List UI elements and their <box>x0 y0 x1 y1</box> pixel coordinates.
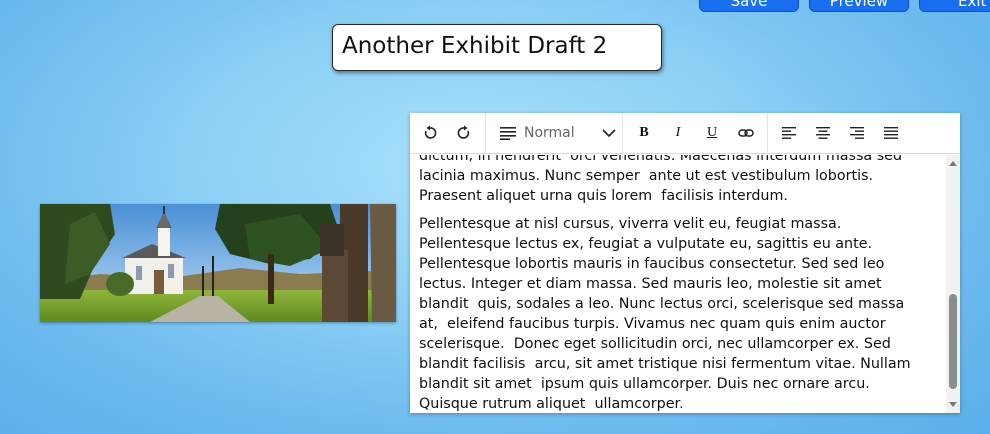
align-right-icon[interactable] <box>840 118 874 148</box>
scroll-up-icon[interactable] <box>949 161 957 166</box>
save-button[interactable]: Save <box>699 0 799 12</box>
toolbar-divider <box>622 113 623 154</box>
rich-text-editor[interactable]: Normal B I U dictum, in hendrerit orci v… <box>410 113 960 413</box>
undo-icon[interactable] <box>413 118 447 148</box>
align-center-icon[interactable] <box>806 118 840 148</box>
editor-scrollbar[interactable] <box>946 155 960 413</box>
block-type-label: Normal <box>524 125 575 141</box>
scroll-down-icon[interactable] <box>949 402 957 407</box>
italic-button[interactable]: I <box>661 118 695 148</box>
editor-content[interactable]: dictum, in hendrerit orci venenatis. Mae… <box>410 155 946 413</box>
exhibit-image <box>40 204 396 322</box>
block-type-select[interactable]: Normal <box>490 118 618 148</box>
exit-button[interactable]: Exit <box>919 0 990 12</box>
editor-paragraph: dictum, in hendrerit orci venenatis. Mae… <box>419 155 903 204</box>
toolbar-divider <box>485 113 486 154</box>
paragraph-format-icon <box>500 126 516 140</box>
link-icon[interactable] <box>729 118 763 148</box>
redo-icon[interactable] <box>447 118 481 148</box>
scrollbar-thumb[interactable] <box>949 294 957 389</box>
align-left-icon[interactable] <box>772 118 806 148</box>
toolbar-divider <box>767 113 768 154</box>
editor-paragraph: Pellentesque at nisl cursus, viverra vel… <box>419 216 911 412</box>
editor-toolbar: Normal B I U <box>410 113 960 154</box>
bold-button[interactable]: B <box>627 118 661 148</box>
underline-button[interactable]: U <box>695 118 729 148</box>
chevron-down-icon <box>602 128 616 138</box>
exhibit-title-input[interactable]: Another Exhibit Draft 2 <box>332 24 662 71</box>
preview-button[interactable]: Preview <box>809 0 909 12</box>
align-justify-icon[interactable] <box>874 118 908 148</box>
